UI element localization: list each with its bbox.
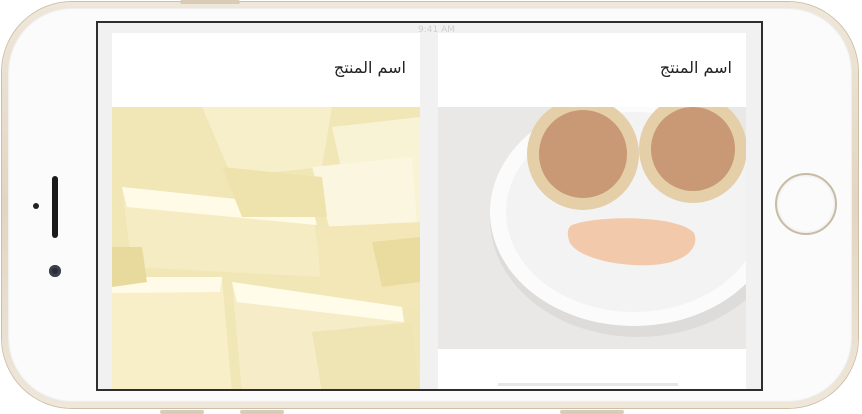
earpiece-speaker bbox=[52, 176, 58, 238]
card-footer-divider bbox=[498, 383, 678, 386]
bottom-side-button-1 bbox=[160, 410, 204, 414]
home-button[interactable] bbox=[775, 173, 837, 235]
product-image-white-chocolate bbox=[112, 107, 420, 389]
app-screen: 9:41 AM اسم المنتج اسم المنتج bbox=[96, 21, 763, 391]
product-card[interactable]: اسم المنتج bbox=[112, 33, 420, 389]
proximity-sensor bbox=[33, 203, 39, 209]
product-name: اسم المنتج bbox=[659, 58, 732, 77]
product-image-crackers-plate bbox=[438, 107, 746, 349]
front-camera-icon bbox=[49, 265, 61, 277]
top-side-button bbox=[180, 0, 240, 4]
product-card[interactable]: اسم المنتج bbox=[438, 33, 746, 389]
bottom-side-button-2 bbox=[240, 410, 284, 414]
product-name: اسم المنتج bbox=[333, 58, 406, 77]
bottom-side-button-3 bbox=[560, 410, 624, 414]
